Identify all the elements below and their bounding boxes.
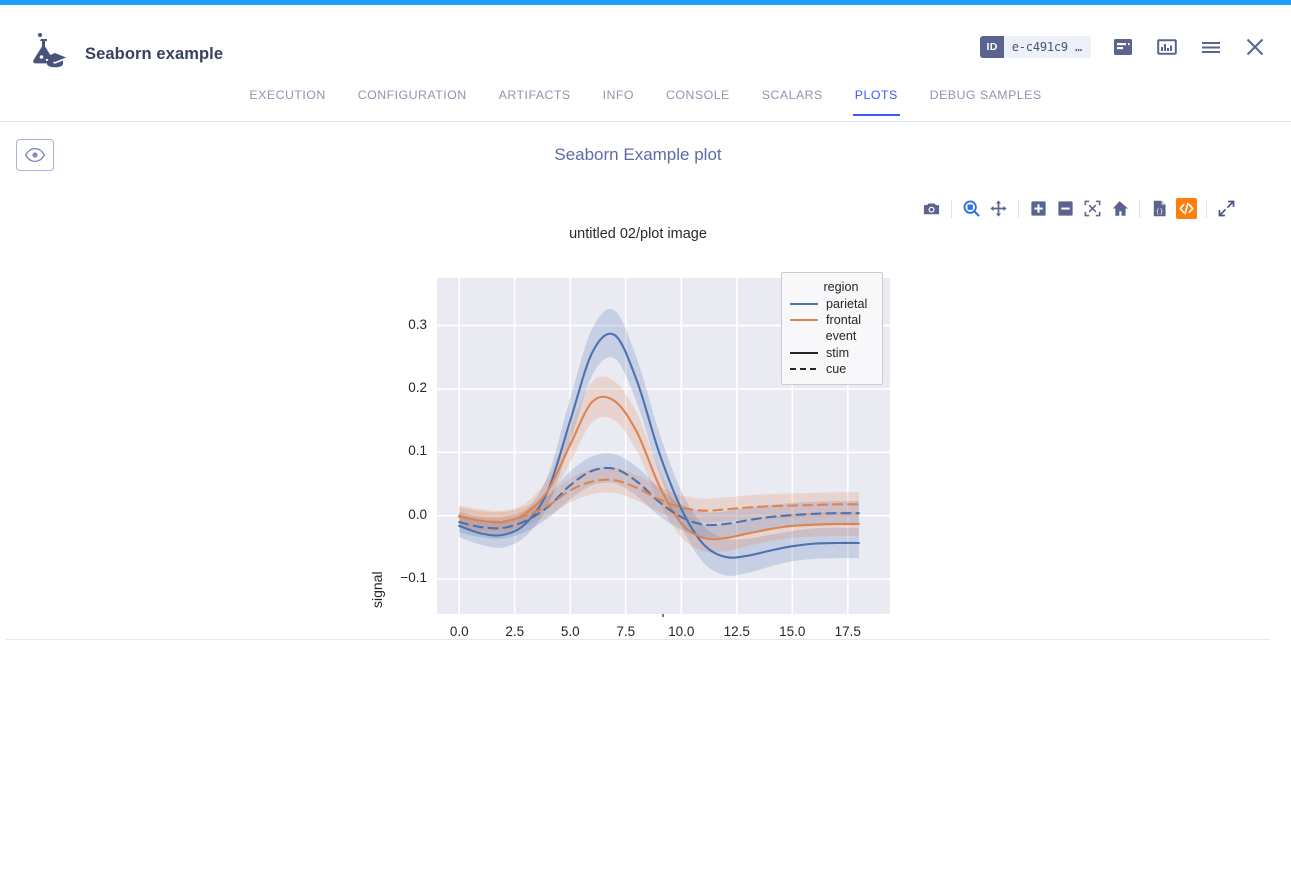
y-axis-tick-label: 0.3 (408, 316, 427, 332)
x-axis-tick-label: 5.0 (560, 624, 580, 639)
plot-card: {} untitled 02/plot image signal 0.0 2.5… (6, 188, 1270, 640)
chart-y-axis-label: signal (369, 571, 385, 608)
flask-graduation-logo-icon (22, 31, 68, 69)
legend-item: cue (789, 361, 875, 377)
hamburger-menu-icon[interactable] (1199, 35, 1223, 59)
header-actions: ID e-c491c9 … (980, 35, 1267, 59)
tab-console[interactable]: CONSOLE (650, 84, 746, 116)
x-axis-tick-label: 2.5 (505, 624, 525, 639)
plot-preview-icon[interactable] (1155, 35, 1179, 59)
plot-display-title: Seaborn Example plot (554, 145, 722, 164)
x-axis-tick-label: 17.5 (834, 624, 861, 639)
experiment-plots-page: COMPLETED Seaborn example ID e-c491c9 … (0, 0, 1291, 893)
experiment-id-label: ID (980, 36, 1004, 58)
tab-debug-samples[interactable]: DEBUG SAMPLES (914, 84, 1058, 116)
tab-scalars[interactable]: SCALARS (746, 84, 839, 116)
y-axis-tick-label: −0.1 (400, 570, 427, 586)
experiment-id-chip[interactable]: ID e-c491c9 … (980, 36, 1091, 58)
tab-configuration[interactable]: CONFIGURATION (342, 84, 483, 116)
details-panel-icon[interactable] (1111, 35, 1135, 59)
chart-title: untitled 02/plot image (569, 226, 707, 242)
x-axis-tick-label: 10.0 (668, 624, 695, 639)
tab-info[interactable]: INFO (587, 84, 650, 116)
tab-artifacts[interactable]: ARTIFACTS (483, 84, 587, 116)
y-axis-tick-label: 0.1 (408, 443, 427, 459)
chart-plot-area[interactable]: 0.0 2.5 5.0 7.5 10.0 12.5 15.0 17.5 0.3 0.2 0.1 0.0… (400, 272, 890, 639)
legend-item-label: stim (826, 346, 850, 360)
close-icon[interactable] (1243, 35, 1267, 59)
legend-item-label: parietal (826, 297, 868, 311)
legend-line-sample (790, 302, 818, 306)
page-title: Seaborn example (85, 45, 224, 63)
legend-line-sample (790, 367, 818, 371)
matplotlib-figure[interactable]: untitled 02/plot image signal timepoint … (6, 210, 1270, 639)
y-axis-tick-label: 0.2 (408, 379, 427, 395)
experiment-header: Seaborn example ID e-c491c9 … (0, 5, 1291, 84)
tab-execution[interactable]: EXECUTION (233, 84, 341, 116)
y-axis-tick-label: 0.0 (408, 506, 427, 522)
x-axis-tick-label: 15.0 (779, 624, 806, 639)
x-axis-tick-label: 12.5 (723, 624, 750, 639)
legend-item: stim (789, 345, 875, 361)
legend-group-title: event (825, 329, 857, 343)
legend-line-sample (790, 351, 818, 355)
legend-item: parietal (789, 296, 875, 312)
legend-item-label: frontal (826, 313, 862, 327)
legend-group-title: region (823, 280, 859, 294)
chart-legend: region parietal frontal event stim cue (781, 272, 883, 385)
legend-line-sample (790, 318, 818, 322)
experiment-id-value: e-c491c9 … (1011, 40, 1082, 54)
x-axis-tick-label: 0.0 (449, 624, 469, 639)
tab-plots[interactable]: PLOTS (839, 84, 914, 116)
legend-item-label: cue (826, 362, 847, 376)
experiment-tab-bar: EXECUTION CONFIGURATION ARTIFACTS INFO CONSO… (0, 84, 1291, 122)
x-axis-tick-label: 7.5 (616, 624, 636, 639)
legend-item: frontal (789, 312, 875, 328)
